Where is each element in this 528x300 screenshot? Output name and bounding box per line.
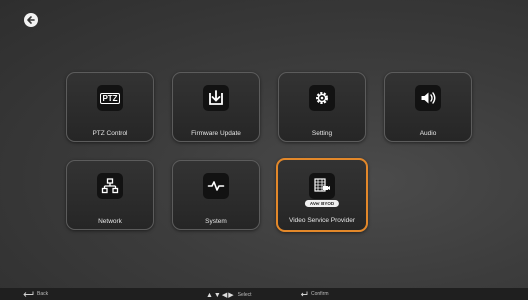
gear-icon (309, 85, 335, 111)
back-hint: Back (22, 291, 48, 297)
tile-ptz-control[interactable]: PTZ PTZ Control (66, 72, 154, 142)
tile-label: Video Service Provider (289, 217, 355, 224)
tile-setting[interactable]: Setting (278, 72, 366, 142)
tile-video-service-provider[interactable]: AVer BYOD Video Service Provider (276, 158, 368, 232)
ptz-icon: PTZ (97, 85, 123, 111)
enter-icon (300, 291, 308, 297)
tile-label: Network (98, 218, 122, 225)
tile-label: Firmware Update (191, 130, 241, 137)
tile-label: PTZ Control (92, 130, 128, 137)
pulse-icon (203, 173, 229, 199)
menu-grid: PTZ PTZ Control Firmware Update Setting (0, 0, 528, 300)
tile-label: System (205, 218, 227, 225)
tile-audio[interactable]: Audio (384, 72, 472, 142)
return-arrow-icon (23, 291, 34, 297)
back-hint-label: Back (37, 291, 49, 297)
tile-network[interactable]: Network (66, 160, 154, 230)
direction-arrows-icon: ▲▼◀▶ (206, 292, 235, 299)
speaker-icon (415, 85, 441, 111)
tile-label: Setting (311, 130, 333, 137)
network-icon (97, 173, 123, 199)
download-icon (203, 85, 229, 111)
select-hint-label: Select (237, 292, 252, 298)
confirm-hint: Confirm (300, 291, 329, 297)
select-hint: ▲▼◀▶ Select (206, 291, 252, 299)
tile-label: Audio (419, 130, 437, 137)
tile-system[interactable]: System (172, 160, 260, 230)
ptz-icon-text: PTZ (100, 92, 120, 104)
bottom-hint-bar: Back ▲▼◀▶ Select Confirm (0, 288, 528, 300)
byod-badge: AVer BYOD (304, 200, 340, 207)
confirm-hint-label: Confirm (311, 291, 329, 297)
tile-firmware-update[interactable]: Firmware Update (172, 72, 260, 142)
video-camera-icon (309, 173, 335, 199)
